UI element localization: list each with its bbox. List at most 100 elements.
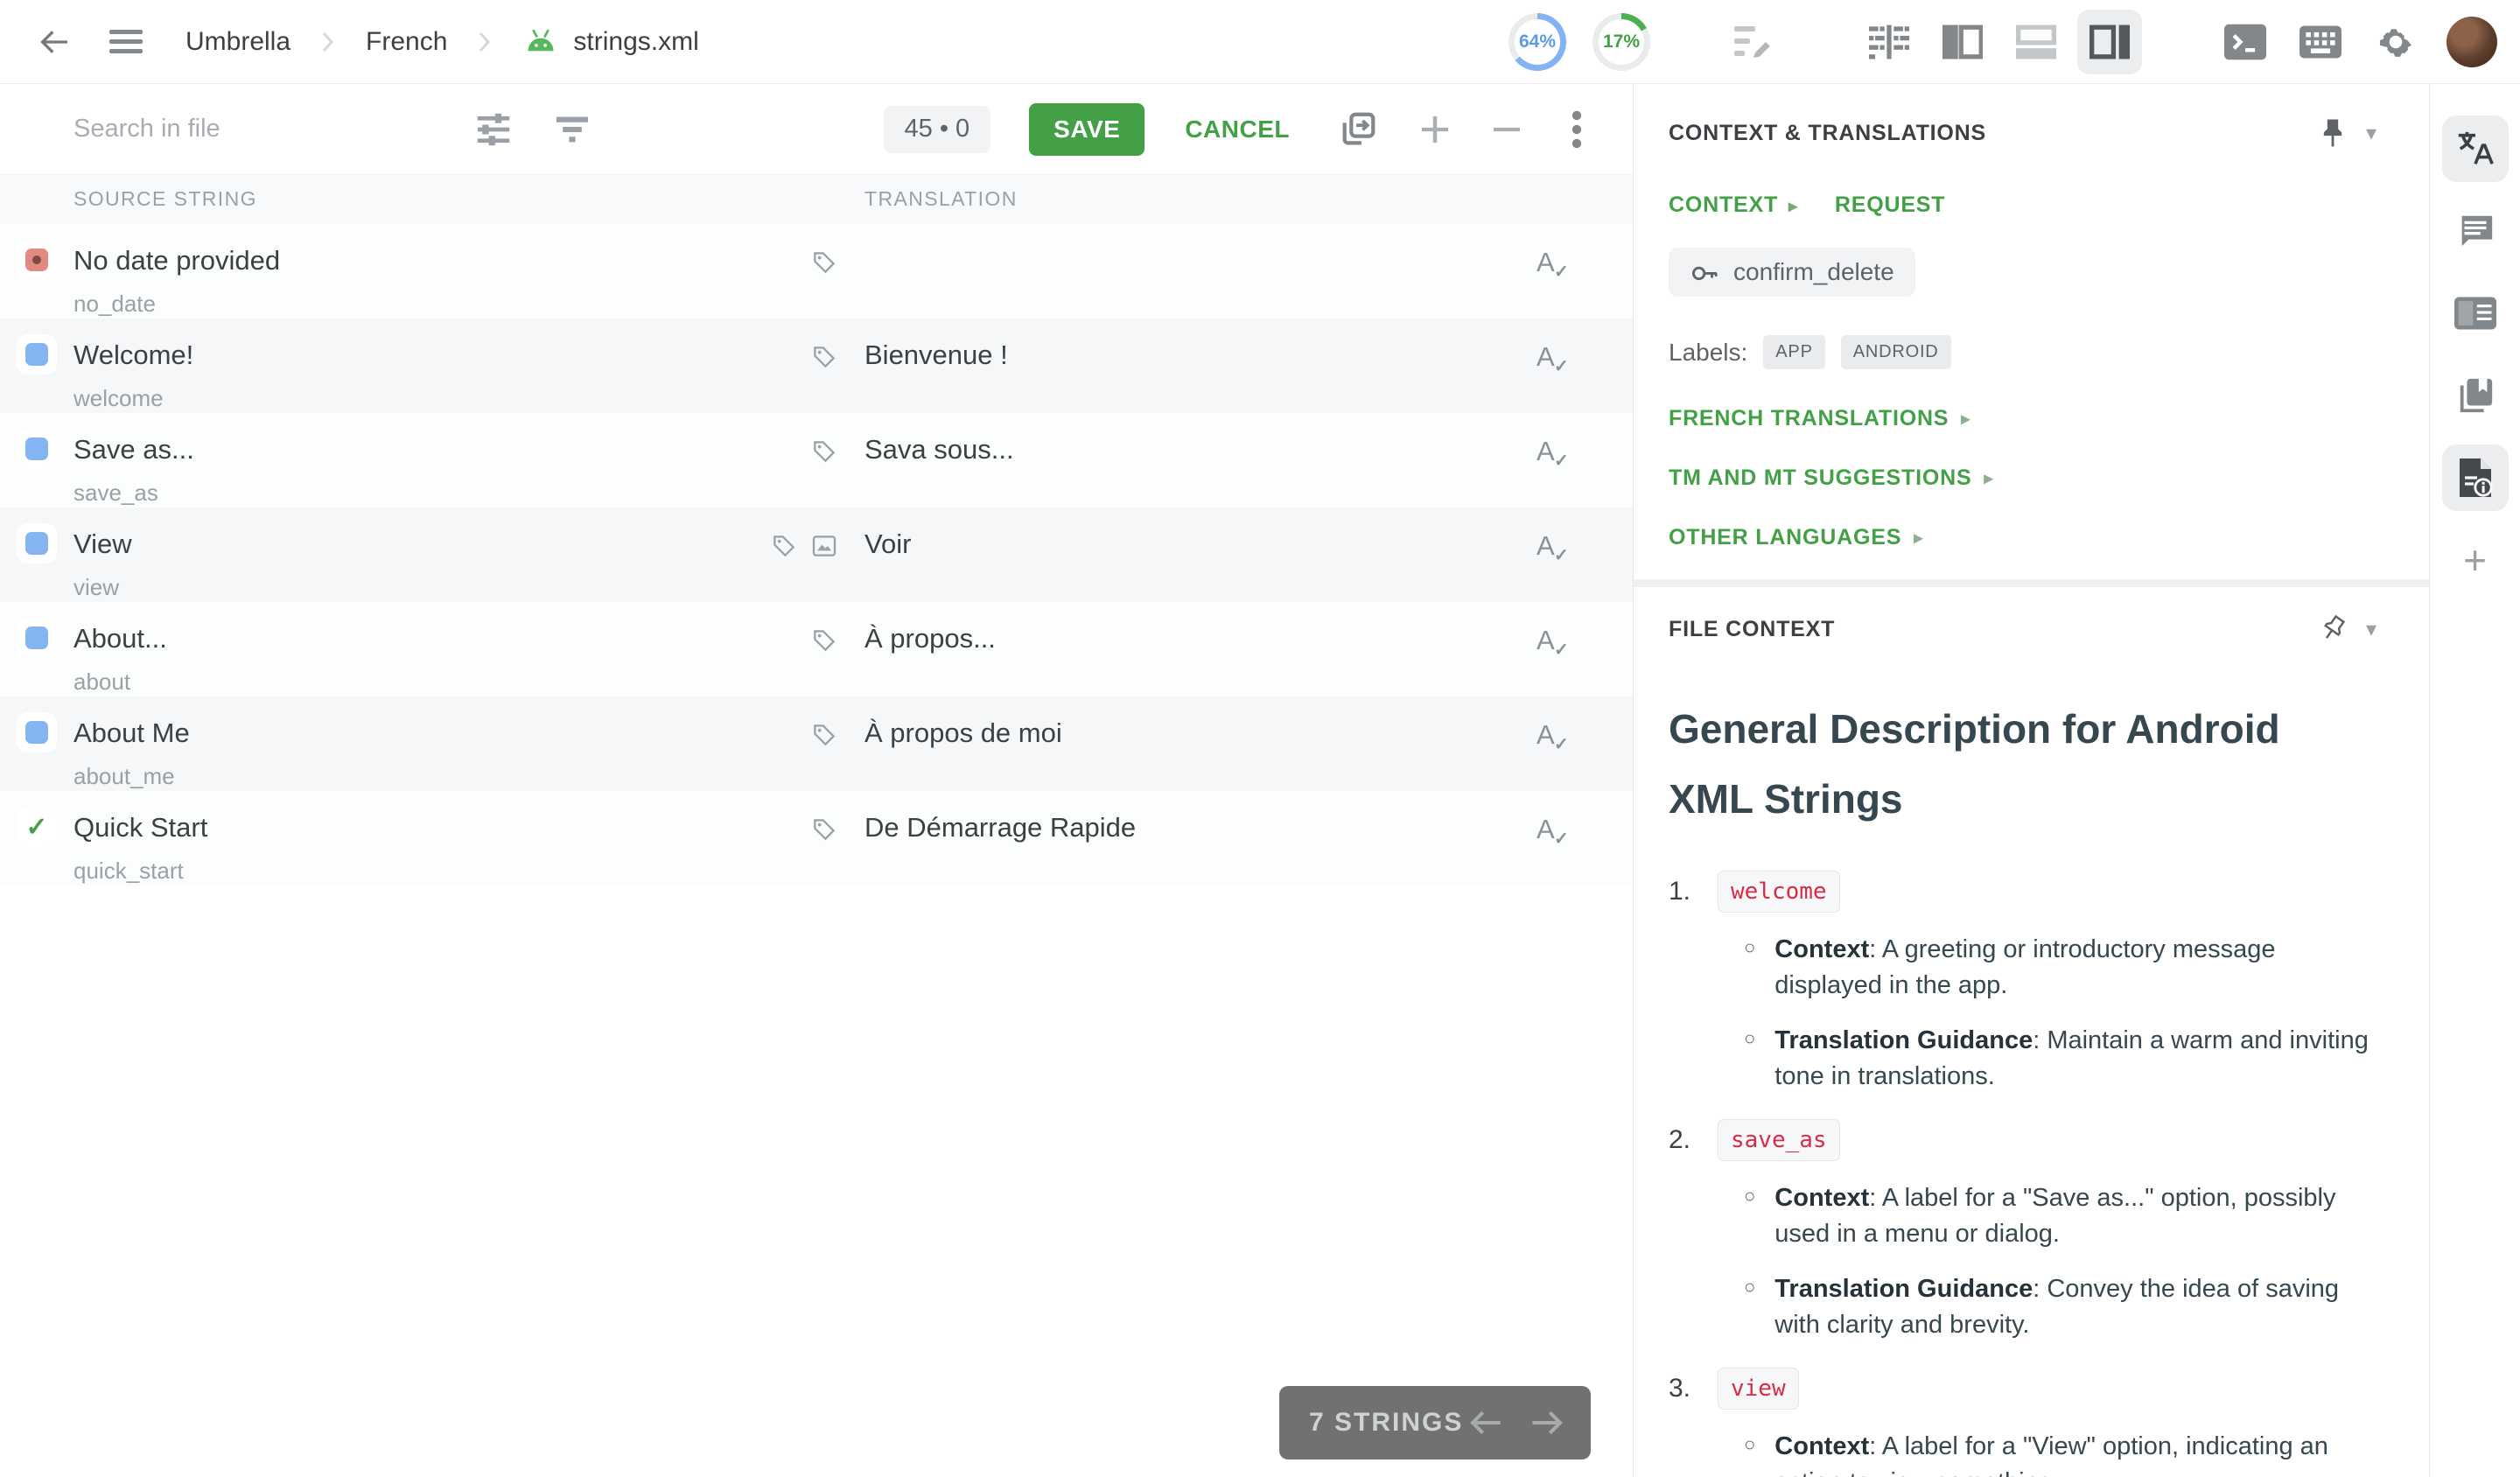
- hamburger-icon: [109, 29, 143, 55]
- tag-icon: [770, 532, 798, 560]
- settings-button[interactable]: [2371, 18, 2420, 66]
- menu-button[interactable]: [102, 18, 150, 66]
- document-heading: General Description for Android XML Stri…: [1669, 694, 2299, 834]
- keyboard-icon: [2300, 25, 2342, 59]
- gear-icon: [2376, 22, 2416, 62]
- label-badge[interactable]: ANDROID: [1841, 335, 1951, 369]
- view-mode-side-by-side-button[interactable]: [1930, 10, 1995, 74]
- table-row[interactable]: About... about À propos... A✓: [0, 602, 1633, 696]
- draft-edit-button[interactable]: [1729, 18, 1778, 66]
- more-options-button[interactable]: [1554, 107, 1600, 152]
- rail-glossary-button[interactable]: [2442, 362, 2509, 429]
- code-key: welcome: [1718, 871, 1840, 913]
- context-list: 1. welcome ○ Context: A greeting or intr…: [1669, 871, 2390, 1477]
- tag-icon: [810, 816, 838, 844]
- translation-text: Voir: [864, 508, 1536, 602]
- panel-sections: FRENCH TRANSLATIONS▸ TM AND MT SUGGESTIO…: [1669, 388, 2390, 567]
- panel-title: CONTEXT & TRANSLATIONS: [1669, 121, 1986, 146]
- increase-font-button[interactable]: [1412, 107, 1458, 152]
- strings-table: No date provided no_date A✓ Welcome! wel…: [0, 224, 1633, 886]
- rail-comments-button[interactable]: [2442, 198, 2509, 264]
- source-string: Welcome!: [74, 340, 744, 371]
- user-avatar[interactable]: [2446, 17, 2497, 67]
- view-mode-right-panel-button[interactable]: [2077, 10, 2142, 74]
- breadcrumb: Umbrella French strings.xml: [186, 27, 699, 57]
- chevron-down-icon: ▾: [2366, 121, 2376, 146]
- next-page-button[interactable]: [1530, 1408, 1564, 1438]
- tab-context[interactable]: CONTEXT▸: [1669, 192, 1798, 218]
- section-tm-mt-suggestions[interactable]: TM AND MT SUGGESTIONS▸: [1669, 448, 2390, 508]
- source-string: No date provided: [74, 245, 744, 276]
- rail-terms-button[interactable]: [2442, 280, 2509, 346]
- approved-progress-ring[interactable]: 17%: [1592, 13, 1650, 71]
- bullet-text: Context: A label for a "View" option, in…: [1774, 1429, 2387, 1477]
- bullet-icon: ○: [1744, 1429, 1755, 1477]
- source-string: View: [74, 528, 744, 560]
- chevron-right-icon: [322, 32, 334, 52]
- approved-percent: 17%: [1603, 32, 1640, 52]
- word-counter-badge: 45 • 0: [884, 106, 991, 153]
- section-other-languages[interactable]: OTHER LANGUAGES▸: [1669, 508, 2390, 567]
- pin-panel-button[interactable]: [2314, 114, 2352, 152]
- breadcrumb-language[interactable]: French: [366, 27, 447, 57]
- translation-editor-app: Umbrella French strings.xml 64% 17%: [0, 0, 2520, 1477]
- tag-icon: [810, 721, 838, 749]
- section-french-translations[interactable]: FRENCH TRANSLATIONS▸: [1669, 388, 2390, 448]
- save-button[interactable]: SAVE: [1029, 103, 1144, 156]
- string-key: view: [74, 574, 744, 601]
- file-context-document: General Description for Android XML Stri…: [1669, 694, 2390, 1477]
- translated-percent: 64%: [1519, 32, 1556, 52]
- translated-progress-ring[interactable]: 64%: [1508, 13, 1566, 71]
- sort-filter-button[interactable]: [550, 107, 595, 152]
- proofread-icon: A✓: [1536, 625, 1555, 655]
- term-card-icon: [2454, 296, 2496, 331]
- unpin-file-context-button[interactable]: [2314, 610, 2352, 648]
- content-area: 45 • 0 SAVE CANCEL: [0, 84, 2520, 1477]
- decrease-font-button[interactable]: [1484, 107, 1530, 152]
- table-row[interactable]: ✓ Quick Start quick_start De Démarrage R…: [0, 791, 1633, 886]
- panel-menu-button[interactable]: ▾: [2352, 114, 2390, 152]
- string-key-pill[interactable]: confirm_delete: [1669, 248, 1915, 297]
- copy-arrow-icon: [1338, 109, 1378, 150]
- proofread-icon: A✓: [1536, 247, 1555, 277]
- file-context-title: FILE CONTEXT: [1669, 617, 1835, 642]
- rail-add-panel-button[interactable]: +: [2442, 527, 2509, 593]
- tag-icon: [810, 248, 838, 276]
- copy-source-button[interactable]: [1335, 107, 1381, 152]
- label-badge[interactable]: APP: [1763, 335, 1824, 369]
- code-key: save_as: [1718, 1119, 1840, 1161]
- proofread-icon: A✓: [1536, 436, 1555, 466]
- search-input[interactable]: [74, 115, 450, 144]
- table-row[interactable]: View view Voir A✓: [0, 508, 1633, 602]
- rail-translations-button[interactable]: [2442, 116, 2509, 182]
- tab-request[interactable]: REQUEST: [1835, 192, 1945, 218]
- view-mode-stacked-button[interactable]: [2004, 10, 2068, 74]
- table-row[interactable]: About Me about_me À propos de moi A✓: [0, 696, 1633, 791]
- tag-icon: [810, 626, 838, 654]
- list-number: 2.: [1669, 1125, 1700, 1155]
- filter-settings-button[interactable]: [471, 107, 516, 152]
- cancel-button[interactable]: CANCEL: [1185, 116, 1290, 144]
- table-row[interactable]: No date provided no_date A✓: [0, 224, 1633, 318]
- view-mode-switcher: [1857, 10, 2142, 74]
- stacked-view-icon: [2016, 24, 2056, 60]
- bullet-icon: ○: [1744, 1023, 1755, 1095]
- rail-file-context-button[interactable]: [2442, 444, 2509, 511]
- filter-icon: [555, 114, 590, 145]
- string-key: welcome: [74, 385, 744, 412]
- breadcrumb-project[interactable]: Umbrella: [186, 27, 290, 57]
- previous-page-button[interactable]: [1468, 1408, 1503, 1438]
- table-view-icon: [1869, 24, 1909, 60]
- plus-icon: [1418, 112, 1452, 147]
- shortcuts-button[interactable]: [2296, 18, 2345, 66]
- topbar-actions: 64% 17%: [1508, 10, 2497, 74]
- view-mode-table-button[interactable]: [1857, 10, 1922, 74]
- table-row[interactable]: Save as... save_as Sava sous... A✓: [0, 413, 1633, 508]
- file-context-menu-button[interactable]: ▾: [2352, 610, 2390, 648]
- console-button[interactable]: [2221, 18, 2270, 66]
- chevron-down-icon: ▾: [2366, 617, 2376, 642]
- bullet-text: Translation Guidance: Convey the idea of…: [1774, 1271, 2387, 1343]
- back-button[interactable]: [30, 18, 79, 66]
- breadcrumb-file[interactable]: strings.xml: [522, 27, 698, 57]
- table-row[interactable]: Welcome! welcome Bienvenue ! A✓: [0, 318, 1633, 413]
